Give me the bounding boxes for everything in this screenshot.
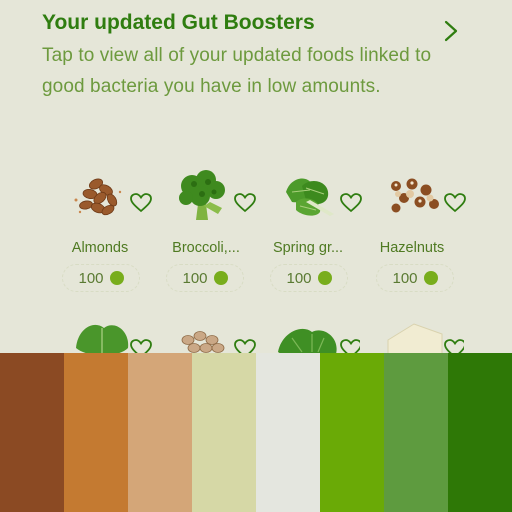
favorite-heart-icon[interactable] bbox=[340, 193, 362, 213]
food-name: Broccoli,... bbox=[172, 240, 240, 256]
favorite-heart-icon[interactable] bbox=[444, 193, 466, 213]
spinach-image bbox=[278, 328, 337, 353]
color-palette bbox=[0, 353, 512, 512]
score-dot-icon bbox=[213, 271, 228, 285]
hazelnuts-image bbox=[391, 178, 439, 213]
score-value: 100 bbox=[392, 269, 418, 287]
food-card-almonds[interactable]: Almonds 100 bbox=[48, 172, 152, 302]
score-value: 100 bbox=[78, 269, 104, 287]
food-name: Spring gr... bbox=[272, 240, 344, 256]
score-dot-icon bbox=[423, 271, 438, 285]
food-card-row2-4[interactable] bbox=[360, 318, 464, 353]
food-card-row2-3[interactable] bbox=[256, 318, 360, 353]
favorite-heart-icon[interactable] bbox=[234, 193, 256, 213]
color-swatch bbox=[128, 353, 192, 512]
favorite-heart-icon[interactable] bbox=[340, 339, 360, 353]
score-dot-icon bbox=[109, 271, 124, 285]
score-value: 100 bbox=[286, 269, 312, 287]
color-swatch bbox=[320, 353, 384, 512]
food-name: Hazelnuts bbox=[379, 240, 445, 256]
color-swatch bbox=[448, 353, 512, 512]
broccoli-image bbox=[179, 170, 225, 220]
almonds-image bbox=[74, 178, 122, 216]
score-pill: 100 bbox=[62, 264, 140, 292]
tofu-image bbox=[387, 323, 443, 353]
score-pill: 100 bbox=[166, 264, 244, 292]
favorite-heart-icon[interactable] bbox=[130, 339, 152, 353]
food-card-row2-1[interactable] bbox=[48, 318, 152, 353]
color-swatch bbox=[0, 353, 64, 512]
food-name: Almonds bbox=[71, 240, 129, 256]
leafy-greens-image bbox=[76, 324, 129, 353]
color-swatch bbox=[256, 353, 320, 512]
color-swatch bbox=[192, 353, 256, 512]
color-swatch bbox=[384, 353, 448, 512]
food-card-row2-2[interactable] bbox=[154, 318, 258, 353]
food-card-broccoli[interactable]: Broccoli,... 100 bbox=[154, 170, 258, 302]
score-dot-icon bbox=[317, 271, 332, 285]
food-card-hazelnuts[interactable]: Hazelnuts 100 bbox=[360, 172, 466, 302]
score-pill: 100 bbox=[376, 264, 454, 292]
color-swatch bbox=[64, 353, 128, 512]
favorite-heart-icon[interactable] bbox=[444, 339, 464, 353]
beans-image bbox=[181, 331, 225, 353]
food-card-spring-greens[interactable]: Spring gr... 100 bbox=[256, 172, 362, 302]
favorite-heart-icon[interactable] bbox=[130, 193, 152, 213]
favorite-heart-icon[interactable] bbox=[234, 339, 256, 353]
score-value: 100 bbox=[182, 269, 208, 287]
score-pill: 100 bbox=[270, 264, 348, 292]
spring-greens-image bbox=[286, 178, 334, 216]
